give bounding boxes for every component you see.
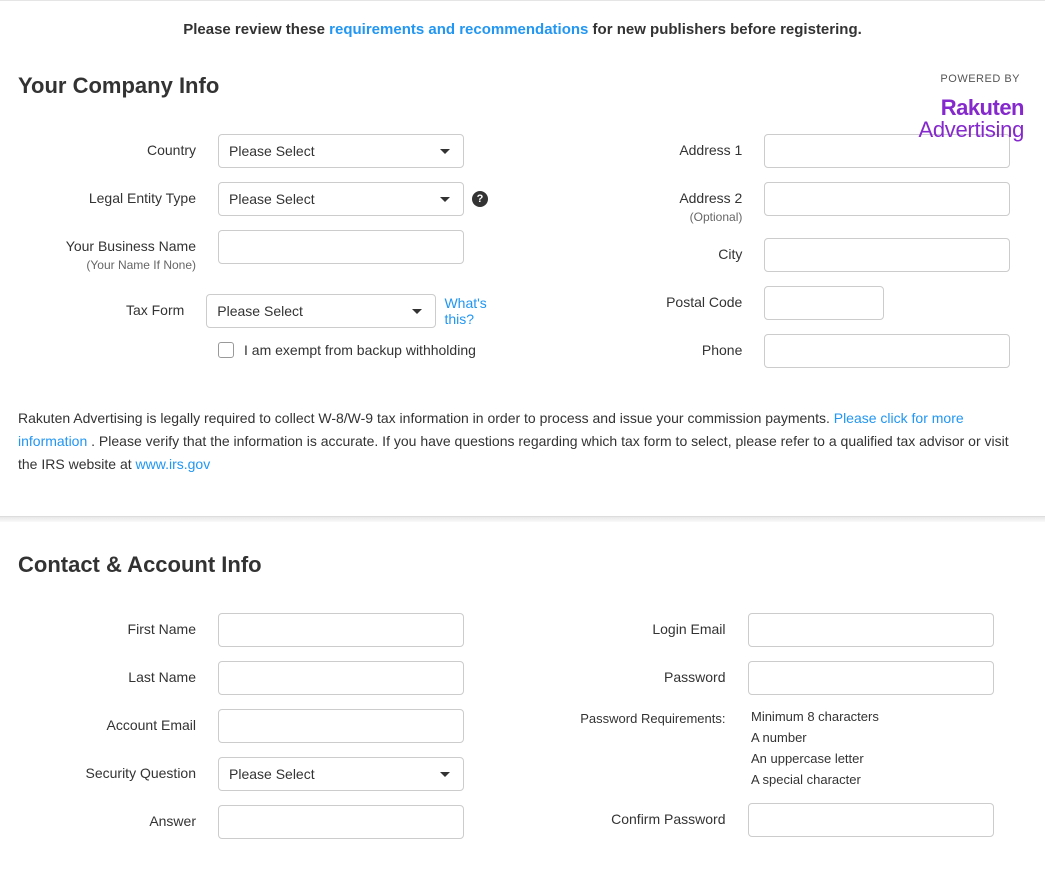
- postal-label: Postal Code: [564, 286, 764, 310]
- rakuten-adv-text: Advertising: [918, 117, 1024, 143]
- city-label: City: [564, 238, 764, 262]
- section-divider: [0, 516, 1045, 522]
- phone-label: Phone: [564, 334, 764, 358]
- account-email-label: Account Email: [18, 709, 218, 733]
- section-title-company: Your Company Info: [18, 73, 1027, 99]
- review-notice: Please review these requirements and rec…: [0, 0, 1045, 48]
- password-label: Password: [548, 661, 748, 685]
- confirm-password-label: Confirm Password: [548, 803, 748, 827]
- section-title-contact: Contact & Account Info: [18, 552, 1027, 578]
- exempt-label: I am exempt from backup withholding: [244, 342, 476, 358]
- pw-req-item: A number: [751, 730, 879, 745]
- powered-by-text: POWERED BY: [918, 73, 1020, 85]
- postal-input[interactable]: [764, 286, 884, 320]
- security-question-select[interactable]: Please Select: [218, 757, 464, 791]
- tax-disclaimer: Rakuten Advertising is legally required …: [18, 407, 1027, 476]
- rakuten-logo: Rakuten Advertising: [918, 95, 1024, 143]
- first-name-input[interactable]: [218, 613, 464, 647]
- legal-entity-label: Legal Entity Type: [18, 182, 218, 206]
- disclaimer-text-1: Rakuten Advertising is legally required …: [18, 410, 834, 426]
- pw-req-item: An uppercase letter: [751, 751, 879, 766]
- notice-suffix: for new publishers before registering.: [588, 21, 861, 38]
- business-name-label: Your Business Name: [18, 238, 196, 254]
- help-icon[interactable]: ?: [472, 191, 488, 207]
- notice-prefix: Please review these: [183, 21, 329, 38]
- answer-input[interactable]: [218, 805, 464, 839]
- whats-this-link[interactable]: What's this?: [444, 295, 514, 327]
- address2-label: Address 2: [564, 190, 742, 206]
- pw-req-label: Password Requirements:: [548, 709, 748, 726]
- first-name-label: First Name: [18, 613, 218, 637]
- address2-sublabel: (Optional): [564, 210, 742, 224]
- login-email-label: Login Email: [548, 613, 748, 637]
- country-label: Country: [18, 134, 218, 158]
- pw-req-item: A special character: [751, 772, 879, 787]
- security-question-label: Security Question: [18, 757, 218, 781]
- business-name-input[interactable]: [218, 230, 464, 264]
- phone-input[interactable]: [764, 334, 1010, 368]
- password-input[interactable]: [748, 661, 994, 695]
- address1-label: Address 1: [564, 134, 764, 158]
- powered-by: POWERED BY Rakuten Advertising: [918, 73, 1020, 143]
- city-input[interactable]: [764, 238, 1010, 272]
- tax-form-label: Tax Form: [18, 294, 206, 318]
- legal-entity-select[interactable]: Please Select: [218, 182, 464, 216]
- password-requirements: Password Requirements: Minimum 8 charact…: [548, 709, 1028, 793]
- address2-input[interactable]: [764, 182, 1010, 216]
- last-name-input[interactable]: [218, 661, 464, 695]
- confirm-password-input[interactable]: [748, 803, 994, 837]
- login-email-input[interactable]: [748, 613, 994, 647]
- business-name-sublabel: (Your Name If None): [18, 258, 196, 272]
- account-email-input[interactable]: [218, 709, 464, 743]
- pw-req-item: Minimum 8 characters: [751, 709, 879, 724]
- country-select[interactable]: Please Select: [218, 134, 464, 168]
- irs-link[interactable]: www.irs.gov: [136, 456, 211, 472]
- requirements-link[interactable]: requirements and recommendations: [329, 21, 588, 38]
- exempt-checkbox[interactable]: [218, 342, 234, 358]
- answer-label: Answer: [18, 805, 218, 829]
- tax-form-select[interactable]: Please Select: [206, 294, 436, 328]
- last-name-label: Last Name: [18, 661, 218, 685]
